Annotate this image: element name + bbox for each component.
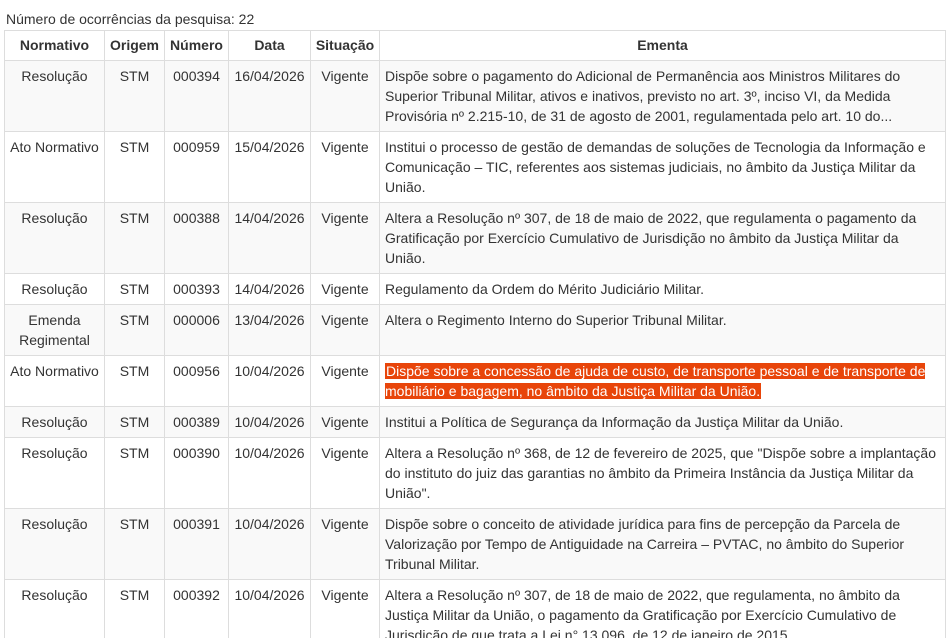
cell-data: 10/04/2026: [228, 355, 311, 407]
results-body: Resolução STM 000394 16/04/2026 Vigente Dispõ…: [4, 60, 946, 638]
header-ementa[interactable]: Ementa: [379, 30, 946, 61]
cell-situacao: Vigente: [310, 60, 380, 132]
cell-normativo: Resolução: [4, 406, 105, 438]
cell-data: 14/04/2026: [228, 202, 311, 274]
cell-origem: STM: [104, 60, 165, 132]
cell-origem: STM: [104, 131, 165, 203]
cell-data: 15/04/2026: [228, 131, 311, 203]
highlighted-ementa-text[interactable]: Dispõe sobre a concessão de ajuda de cus…: [385, 363, 926, 399]
cell-normativo: Resolução: [4, 508, 105, 580]
cell-situacao: Vigente: [310, 273, 380, 305]
cell-numero: 000390: [164, 437, 229, 509]
cell-numero: 000006: [164, 304, 229, 356]
result-count: Número de ocorrências da pesquisa: 22: [6, 11, 255, 27]
cell-ementa[interactable]: Regulamento da Ordem do Mérito Judiciári…: [379, 273, 946, 305]
cell-origem: STM: [104, 437, 165, 509]
table-row[interactable]: Resolução STM 000394 16/04/2026 Vigente Dispõ…: [4, 60, 946, 132]
cell-numero: 000394: [164, 60, 229, 132]
cell-origem: STM: [104, 273, 165, 305]
cell-data: 10/04/2026: [228, 508, 311, 580]
cell-numero: 000389: [164, 406, 229, 438]
cell-numero: 000956: [164, 355, 229, 407]
cell-ementa[interactable]: Dispõe sobre a concessão de ajuda de cus…: [379, 355, 946, 407]
results-table: Normativo Origem Número Data Situação Em…: [4, 30, 946, 638]
cell-origem: STM: [104, 579, 165, 638]
cell-ementa[interactable]: Dispõe sobre o pagamento do Adicional de…: [379, 60, 946, 132]
cell-normativo: Resolução: [4, 579, 105, 638]
cell-situacao: Vigente: [310, 202, 380, 274]
table-row[interactable]: Emenda Regimental STM 000006 13/04/2026 Vige…: [4, 304, 946, 356]
cell-situacao: Vigente: [310, 355, 380, 407]
table-row[interactable]: Resolução STM 000392 10/04/2026 Vigente Alter…: [4, 579, 946, 638]
cell-numero: 000388: [164, 202, 229, 274]
header-origem[interactable]: Origem: [104, 30, 165, 61]
cell-data: 10/04/2026: [228, 579, 311, 638]
cell-origem: STM: [104, 202, 165, 274]
header-row: Normativo Origem Número Data Situação Em…: [4, 30, 946, 61]
cell-ementa[interactable]: Dispõe sobre o conceito de atividade jur…: [379, 508, 946, 580]
header-normativo[interactable]: Normativo: [4, 30, 105, 61]
cell-data: 10/04/2026: [228, 437, 311, 509]
cell-ementa[interactable]: Institui a Política de Segurança da Info…: [379, 406, 946, 438]
cell-numero: 000393: [164, 273, 229, 305]
cell-ementa[interactable]: Altera a Resolução nº 368, de 12 de feve…: [379, 437, 946, 509]
table-row[interactable]: Resolução STM 000393 14/04/2026 Vigente Regul…: [4, 273, 946, 305]
header-numero[interactable]: Número: [164, 30, 229, 61]
cell-normativo: Resolução: [4, 273, 105, 305]
cell-ementa[interactable]: Altera o Regimento Interno do Superior T…: [379, 304, 946, 356]
cell-situacao: Vigente: [310, 579, 380, 638]
cell-normativo: Ato Normativo: [4, 355, 105, 407]
cell-situacao: Vigente: [310, 508, 380, 580]
table-row[interactable]: Ato Normativo STM 000959 15/04/2026 Vigente I…: [4, 131, 946, 203]
cell-normativo: Resolução: [4, 60, 105, 132]
cell-origem: STM: [104, 304, 165, 356]
cell-origem: STM: [104, 406, 165, 438]
cell-ementa[interactable]: Altera a Resolução nº 307, de 18 de maio…: [379, 579, 946, 638]
cell-normativo: Resolução: [4, 437, 105, 509]
cell-normativo: Ato Normativo: [4, 131, 105, 203]
cell-situacao: Vigente: [310, 304, 380, 356]
cell-data: 10/04/2026: [228, 406, 311, 438]
cell-numero: 000391: [164, 508, 229, 580]
cell-origem: STM: [104, 508, 165, 580]
cell-data: 13/04/2026: [228, 304, 311, 356]
cell-situacao: Vigente: [310, 406, 380, 438]
cell-data: 16/04/2026: [228, 60, 311, 132]
cell-data: 14/04/2026: [228, 273, 311, 305]
cell-normativo: Resolução: [4, 202, 105, 274]
header-data[interactable]: Data: [228, 30, 311, 61]
cell-situacao: Vigente: [310, 131, 380, 203]
cell-situacao: Vigente: [310, 437, 380, 509]
cell-ementa[interactable]: Altera a Resolução nº 307, de 18 de maio…: [379, 202, 946, 274]
cell-origem: STM: [104, 355, 165, 407]
table-row[interactable]: Resolução STM 000388 14/04/2026 Vigente Alter…: [4, 202, 946, 274]
table-row[interactable]: Resolução STM 000390 10/04/2026 Vigente Alter…: [4, 437, 946, 509]
table-row[interactable]: Ato Normativo STM 000956 10/04/2026 Vigente D…: [4, 355, 946, 407]
table-row[interactable]: Resolução STM 000389 10/04/2026 Vigente Insti…: [4, 406, 946, 438]
cell-normativo: Emenda Regimental: [4, 304, 105, 356]
cell-numero: 000392: [164, 579, 229, 638]
table-row[interactable]: Resolução STM 000391 10/04/2026 Vigente Dispõ…: [4, 508, 946, 580]
header-situacao[interactable]: Situação: [310, 30, 380, 61]
cell-numero: 000959: [164, 131, 229, 203]
cell-ementa[interactable]: Institui o processo de gestão de demanda…: [379, 131, 946, 203]
